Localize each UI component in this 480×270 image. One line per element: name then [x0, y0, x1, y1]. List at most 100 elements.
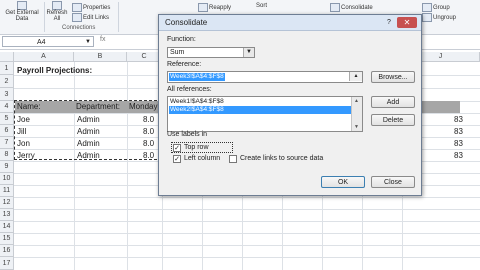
table-cell-partial[interactable]: 83 — [454, 139, 463, 148]
sort-button[interactable]: Sort — [256, 3, 267, 9]
consolidate-dialog: Consolidate ? ✕ Function: Sum ▼ Referenc… — [158, 14, 422, 196]
chevron-down-icon[interactable]: ▼ — [243, 48, 254, 57]
table-cell-monday[interactable]: 8.0 — [143, 151, 154, 160]
create-links-checkbox[interactable] — [229, 155, 237, 163]
row-header[interactable]: 15 — [0, 233, 14, 245]
reapply-button[interactable]: Reapply — [198, 3, 231, 12]
name-box[interactable]: A4 ▼ — [2, 36, 94, 47]
row-header[interactable]: 16 — [0, 245, 14, 257]
sheet-title-cell[interactable]: Payroll Projections: — [17, 66, 92, 75]
all-references-list[interactable]: Week1!$A$4:$F$8 Week2!$A$4:$F$8 ▲ ▼ — [167, 96, 363, 132]
reapply-icon — [198, 3, 208, 12]
column-header[interactable]: B — [74, 52, 127, 62]
row-header[interactable]: 11 — [0, 185, 14, 197]
edit-links-label: Edit Links — [83, 15, 110, 22]
table-cell-department[interactable]: Admin — [77, 127, 100, 136]
column-header[interactable]: A — [14, 52, 74, 62]
table-cell-monday[interactable]: 8.0 — [143, 127, 154, 136]
table-cell-department[interactable]: Admin — [77, 139, 100, 148]
table-cell-name[interactable]: Joe — [17, 115, 30, 124]
row-header[interactable]: 5 — [0, 113, 14, 125]
row-header[interactable]: 1 — [0, 62, 14, 75]
consolidate-icon — [330, 3, 340, 12]
list-item[interactable]: Week1!$A$4:$F$8 — [169, 98, 352, 106]
left-column-checkbox[interactable]: ✓ — [173, 155, 181, 163]
table-cell-monday[interactable]: 8.0 — [143, 139, 154, 148]
properties-icon — [72, 3, 82, 12]
top-row-label: Top row — [184, 144, 209, 151]
table-cell-partial[interactable]: 83 — [454, 115, 463, 124]
ungroup-button[interactable]: Ungroup — [422, 13, 456, 22]
grid-line — [14, 197, 480, 198]
row-header[interactable]: 14 — [0, 221, 14, 233]
database-icon — [16, 1, 27, 10]
use-labels-label: Use labels in — [167, 131, 208, 138]
link-icon — [72, 13, 82, 22]
row-header[interactable]: 2 — [0, 75, 14, 88]
close-icon[interactable]: ✕ — [397, 17, 417, 28]
table-cell-name[interactable]: Jerry — [17, 151, 35, 160]
row-header[interactable]: 9 — [0, 161, 14, 173]
row-header[interactable]: 8 — [0, 149, 14, 161]
reference-input[interactable]: Week3!$A$4:$F$8 — [167, 71, 363, 83]
column-header[interactable]: C — [127, 52, 162, 62]
function-label: Function: — [167, 36, 196, 43]
sort-label: Sort — [256, 3, 268, 9]
ok-button[interactable]: OK — [321, 176, 365, 188]
refresh-all-label: Refresh All — [46, 10, 68, 22]
function-select[interactable]: Sum ▼ — [167, 47, 255, 58]
ribbon-separator — [118, 2, 119, 32]
row-header[interactable]: 17 — [0, 257, 14, 270]
delete-button[interactable]: Delete — [371, 114, 415, 126]
table-cell-department[interactable]: Admin — [77, 151, 100, 160]
browse-button[interactable]: Browse... — [371, 71, 415, 83]
ungroup-icon — [422, 13, 432, 22]
scroll-up-icon[interactable]: ▲ — [354, 98, 359, 104]
row-header[interactable]: 10 — [0, 173, 14, 185]
all-references-label: All references: — [167, 86, 212, 93]
select-all-corner[interactable] — [0, 52, 14, 62]
fx-icon[interactable]: fx — [100, 36, 158, 47]
close-button[interactable]: Close — [371, 176, 415, 188]
grid-line — [74, 62, 75, 270]
grid-line — [14, 245, 480, 246]
ungroup-label: Ungroup — [433, 15, 457, 22]
refresh-all-button[interactable]: Refresh All — [46, 1, 68, 22]
scroll-down-icon[interactable]: ▼ — [354, 124, 359, 130]
name-box-value: A4 — [37, 39, 46, 46]
consolidate-ribbon-button[interactable]: Consolidate — [330, 3, 373, 12]
row-header[interactable]: 6 — [0, 125, 14, 137]
properties-button[interactable]: Properties — [72, 3, 110, 12]
reference-label: Reference: — [167, 61, 202, 68]
table-cell-name[interactable]: Jill — [17, 127, 26, 136]
chevron-down-icon[interactable]: ▼ — [85, 37, 91, 48]
list-item[interactable]: Week2!$A$4:$F$8 — [169, 106, 352, 114]
get-external-data-label: Get External Data — [5, 10, 39, 22]
row-header[interactable]: 3 — [0, 88, 14, 101]
dialog-title-bar[interactable]: Consolidate ? ✕ — [159, 15, 421, 31]
collapse-dialog-icon[interactable]: ▴ — [349, 72, 362, 81]
row-header[interactable]: 13 — [0, 209, 14, 221]
table-cell-partial[interactable]: 83 — [454, 151, 463, 160]
grid-line — [14, 233, 480, 234]
ribbon-separator — [44, 2, 45, 32]
consolidate-ribbon-label: Consolidate — [341, 5, 373, 12]
row-header[interactable]: 4 — [0, 101, 14, 113]
header-cell-partial[interactable] — [420, 101, 460, 113]
row-header[interactable]: 7 — [0, 137, 14, 149]
table-cell-department[interactable]: Admin — [77, 115, 100, 124]
top-row-checkbox[interactable]: ✓ — [173, 144, 181, 152]
table-cell-monday[interactable]: 8.0 — [143, 115, 154, 124]
group-label: Group — [433, 5, 450, 12]
properties-label: Properties — [83, 5, 111, 12]
edit-links-button[interactable]: Edit Links — [72, 13, 109, 22]
group-button[interactable]: Group — [422, 3, 450, 12]
help-icon[interactable]: ? — [383, 17, 395, 28]
table-cell-name[interactable]: Jon — [17, 139, 30, 148]
get-external-data-button[interactable]: Get External Data — [2, 1, 42, 22]
table-cell-partial[interactable]: 83 — [454, 127, 463, 136]
function-select-value: Sum — [170, 49, 185, 56]
add-button[interactable]: Add — [371, 96, 415, 108]
vertical-scrollbar[interactable]: ▲ ▼ — [351, 97, 362, 131]
row-header[interactable]: 12 — [0, 197, 14, 209]
